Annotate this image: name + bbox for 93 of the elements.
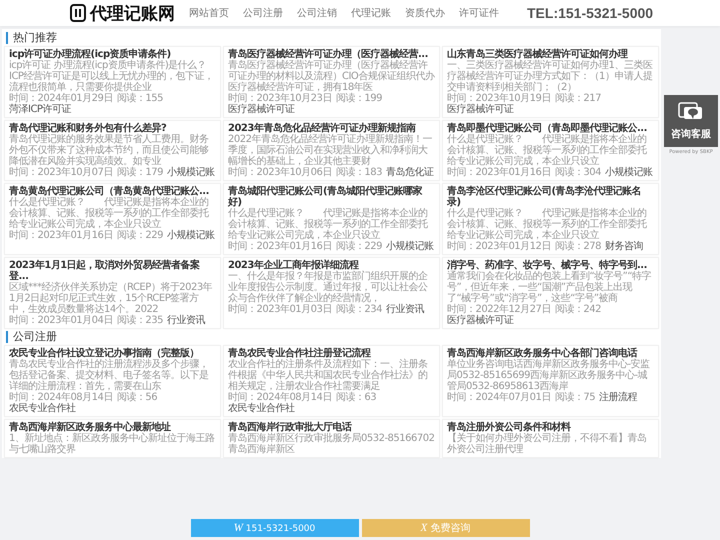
site-logo[interactable]: 代理记账网 <box>90 2 175 24</box>
article-excerpt: 什么是代理记账？ 代理记账是指将本企业的会计核算、记账、报税等一系列的工作全部委托给专业记账公司完成，本企业只设立 <box>447 134 647 167</box>
read-count: 阅读：229 <box>116 230 163 241</box>
article-excerpt: 什么是代理记账？ 代理记账是指将本企业的会计核算、记账、报税等一系列的工作全部委托给专业记账公司完成，本企业只设立 <box>447 208 648 241</box>
article-title[interactable]: 青岛黄岛代理记账公司（青岛黄岛代理记账公... <box>9 186 216 197</box>
publish-date: 时间：2023年10月23日 <box>228 93 332 104</box>
category-tag[interactable]: 医疗器械许可证 <box>228 104 294 115</box>
article-title[interactable]: 农民专业合作社设立登记办事指南（完整版） <box>9 348 216 359</box>
publish-date: 时间：2022年12月27日 <box>447 304 551 315</box>
article-title[interactable]: 青岛西海岸行政审批大厅电话 <box>228 422 435 433</box>
read-count: 阅读：234 <box>336 304 382 315</box>
category-tag[interactable]: 青岛危化证 <box>386 167 434 178</box>
article-title[interactable]: 青岛医疗器械经营许可证办理（医疗器械经营... <box>228 49 435 60</box>
category-tag[interactable]: 农民专业合作社 <box>228 403 294 414</box>
article-title[interactable]: 青岛注册外资公司条件和材料 <box>447 422 654 433</box>
article-excerpt: 一、什么是年报？年报是市监部门组织开展的企业年度报告公示制度。通过年报，可以让社会公众与合作伙伴了解企业的经营情况， <box>228 271 428 304</box>
nav-link[interactable]: 网站首页 <box>189 6 229 20</box>
read-count: 阅读：179 <box>116 167 163 178</box>
category-tag[interactable]: 小规模记账 <box>605 167 652 178</box>
read-count: 阅读：63 <box>336 392 376 403</box>
phone-number: TEL:151-5321-5000 <box>527 5 654 21</box>
section-heading: 热门推荐 <box>6 32 659 44</box>
nav-link[interactable]: 公司注销 <box>297 6 337 20</box>
article-excerpt: 区域***经济伙伴关系协定（RCEP）将于2023年1月2日起对印尼正式生效，15个RCEP签署方中，生效成员数量将达14个。2022 <box>9 282 214 315</box>
read-count: 阅读：199 <box>336 93 382 104</box>
article-title[interactable]: 消字号、药准字、妆字号、械字号、特字号到... <box>447 260 654 271</box>
read-count: 阅读：229 <box>336 241 382 252</box>
category-tag[interactable]: 财务咨询 <box>605 241 643 252</box>
nav-link[interactable]: 代理记账 <box>351 6 391 20</box>
category-tag[interactable]: 菏泽ICP许可证 <box>9 104 71 115</box>
article-title[interactable]: 青岛代理记账和财务外包有什么差异? <box>9 123 216 134</box>
read-count: 阅读：278 <box>554 241 601 252</box>
article-excerpt: 单位业务咨询电话西海岸新区政务服务中心-安监局0532-85165699西海岸新区政务服务中心-城管局0532-86958613西海岸 <box>447 359 651 392</box>
category-tag[interactable]: 医疗器械许可证 <box>447 104 514 115</box>
article-title[interactable]: 2023年1月1日起，取消对外贸易经营者备案登... <box>9 260 216 282</box>
article-excerpt: 2022年青岛危化品经营许可证办理新规指南！一季度，国际石油公司在实现营业收入和净利润大幅增长的基础上，企业其他主要财 <box>228 134 433 167</box>
category-tag[interactable]: 医疗器械许可证 <box>447 315 514 326</box>
article-title[interactable]: 青岛城阳代理记账公司(青岛城阳代理记账哪家好) <box>228 186 435 208</box>
publish-date: 时间：2023年01月03日 <box>228 304 332 315</box>
article-title[interactable]: 2023年企业工商年报详细流程 <box>228 260 435 271</box>
article-excerpt: 青岛农民专业合作社的注册流程涉及多个步骤，包括登记备案、提交材料、电子签名等。以下是详细的注册流程：首先，需要在山东 <box>9 359 210 392</box>
read-count: 阅读：183 <box>336 167 382 178</box>
publish-date: 时间：2023年10月06日 <box>228 167 332 178</box>
article-title[interactable]: icp许可证办理流程(icp资质申请条件) <box>9 49 216 60</box>
read-count: 阅读：242 <box>554 304 601 315</box>
read-count: 阅读：235 <box>116 315 163 326</box>
read-count: 阅读：75 <box>554 392 596 403</box>
article-excerpt: 青岛西海岸新区行政审批服务局0532-85166702青岛西海岸新区 <box>228 433 435 455</box>
article-excerpt: 青岛代理记账的服务效果是节省人工费用。财务外包不仅带来了这种成本节约，而且使公司能够降低潜在风险并实现高绩效。如专业 <box>9 134 208 167</box>
article-title[interactable]: 青岛农民专业合作社注册登记流程 <box>228 348 435 359</box>
publish-date: 时间：2024年01月29日 <box>9 93 113 104</box>
read-count: 阅读：304 <box>554 167 601 178</box>
section-heading: 公司注册 <box>6 331 659 343</box>
publish-date: 时间：2023年01月04日 <box>9 315 113 326</box>
nav-link[interactable]: 许可证件 <box>459 6 499 20</box>
article-title[interactable]: 山东青岛三类医疗器械经营许可证如何办理 <box>447 49 654 60</box>
nav-link[interactable]: 公司注册 <box>243 6 283 20</box>
publish-date: 时间：2024年08月14日 <box>228 392 332 403</box>
article-excerpt: 【关于如何办理外资公司注册，不得不看】青岛外资公司注册代理 <box>447 433 648 455</box>
publish-date: 时间：2023年10月07日 <box>9 167 113 178</box>
logo-icon <box>70 4 86 22</box>
article-excerpt: 什么是代理记账？ 代理记账是指将本企业的会计核算、记账、报税等一系列的工作全部委托给专业记账公司完成，本企业只设立 <box>9 197 209 230</box>
publish-date: 时间：2024年08月14日 <box>9 392 113 403</box>
article-excerpt: 农业合作社的注册条件及流程如下：一、注册条件根据《中华人民共和国农民专业合作社法》的相关规定，注册农业合作社需要满足 <box>228 359 428 392</box>
category-tag[interactable]: 小规模记账 <box>386 241 434 252</box>
read-count: 阅读：217 <box>554 93 601 104</box>
nav-link[interactable]: 资质代办 <box>405 6 445 20</box>
publish-date: 时间：2023年01月16日 <box>447 167 551 178</box>
publish-date: 时间：2023年01月16日 <box>228 241 332 252</box>
article-excerpt: 什么是代理记账？ 代理记账是指将本企业的会计核算、记账、报税等一系列的工作全部委托给专业记账公司完成，本企业只设立 <box>228 208 428 241</box>
category-tag[interactable]: 注册流程 <box>599 392 638 403</box>
read-count: 阅读：155 <box>116 93 163 104</box>
read-count: 阅读：56 <box>116 392 158 403</box>
article-excerpt: 青岛医疗器械经营许可证办理（医疗器械经营许可证办理的材料以及流程）CIO合规保证组织代办医疗器械经营许可证，拥有18年医 <box>228 60 435 93</box>
article-title[interactable]: 青岛西海岸新区政务服务中心最新地址 <box>9 422 216 433</box>
article-excerpt: icp许可证 办理流程(icp资质申请条件)是什么？ICP经营许可证是可以线上无忧办理的，包下证，流程也很简单，只需要你提供企业 <box>9 60 214 93</box>
publish-date: 时间：2023年01月12日 <box>447 241 551 252</box>
article-title[interactable]: 2023年青岛危化品经营许可证办理新规指南 <box>228 123 435 134</box>
publish-date: 时间：2024年07月01日 <box>447 392 551 403</box>
article-excerpt: 一、三类医疗器械经营许可证如何办理1、三类医疗器械经营许可证办理方式如下：（1）申请人提交申请资料到相关部门；（2） <box>447 60 654 93</box>
article-title[interactable]: 青岛西海岸新区政务服务中心各部门咨询电话 <box>447 348 654 359</box>
publish-date: 时间：2023年10月19日 <box>447 93 551 104</box>
article-title[interactable]: 青岛即墨代理记账公司（青岛即墨代理记账公... <box>447 123 654 134</box>
category-tag[interactable]: 小规模记账 <box>167 167 214 178</box>
article-excerpt: 通常我们会在化妆品的包装上看到“妆字号”“特字号”，但近年来，一些“国潮”产品包装上出现了“械字号”或“消字号”，这些“字号”被商 <box>447 271 652 304</box>
category-tag[interactable]: 行业资讯 <box>167 315 205 326</box>
category-tag[interactable]: 小规模记账 <box>167 230 214 241</box>
article-title[interactable]: 青岛李沧区代理记账公司(青岛李沧代理记账名录) <box>447 186 654 208</box>
customer-service-widget[interactable]: 咨询客服 <box>664 95 718 147</box>
publish-date: 时间：2023年01月16日 <box>9 230 113 241</box>
article-excerpt: 1、新址地点：新区政务服务中心新址位于海王路与七嘴山路交界 <box>9 433 216 455</box>
category-tag[interactable]: 行业资讯 <box>386 304 424 315</box>
category-tag[interactable]: 农民专业合作社 <box>9 403 76 414</box>
